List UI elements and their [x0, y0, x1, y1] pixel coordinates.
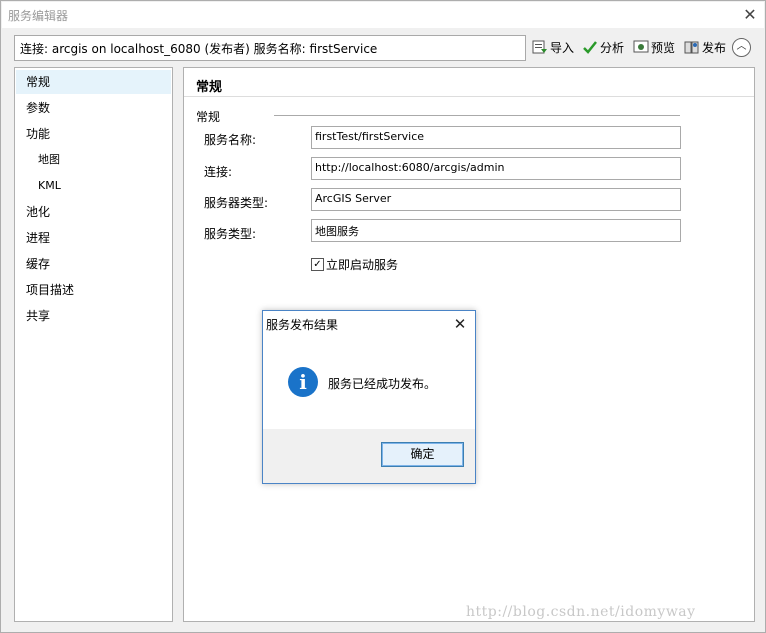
- analyze-button[interactable]: 分析: [582, 38, 624, 56]
- sidebar-item-sharing[interactable]: 共享: [16, 304, 171, 328]
- window-close-icon[interactable]: ✕: [739, 4, 761, 26]
- analyze-label: 分析: [600, 40, 625, 55]
- connection-value: http://localhost:6080/arcgis/admin: [315, 161, 505, 174]
- import-icon: [532, 40, 547, 54]
- service-name-value: firstTest/firstService: [315, 130, 425, 143]
- dialog-title: 服务发布结果: [266, 318, 339, 332]
- connection-field[interactable]: http://localhost:6080/arcgis/admin: [311, 157, 681, 180]
- service-name-field[interactable]: firstTest/firstService: [311, 126, 681, 149]
- service-type-value: 地图服务: [315, 225, 359, 238]
- window-title: 服务编辑器: [8, 9, 69, 23]
- publish-icon: [684, 41, 699, 54]
- import-label: 导入: [550, 40, 575, 55]
- sidebar-item-processes[interactable]: 进程: [16, 226, 171, 250]
- connection-info-text: 连接: arcgis on localhost_6080 (发布者) 服务名称:…: [20, 42, 378, 56]
- autostart-checkbox[interactable]: ✓: [311, 258, 324, 271]
- dialog-close-icon[interactable]: ✕: [449, 313, 471, 335]
- publish-result-dialog: 服务发布结果 ✕ i 服务已经成功发布。 确定: [262, 310, 476, 484]
- ok-button[interactable]: 确定: [381, 442, 464, 467]
- main-header: 常规: [184, 68, 754, 97]
- section-divider: [274, 115, 680, 116]
- collapse-up-icon[interactable]: ︿: [732, 38, 751, 57]
- publish-label: 发布: [702, 40, 727, 55]
- preview-label: 预览: [651, 40, 676, 55]
- section-label: 常规: [196, 110, 221, 124]
- sidebar-item-capabilities[interactable]: 功能: [16, 122, 171, 146]
- service-name-label: 服务名称:: [204, 133, 257, 147]
- preview-button[interactable]: 预览: [633, 38, 675, 56]
- sidebar-item-map[interactable]: 地图: [16, 148, 171, 172]
- connection-label: 连接:: [204, 165, 233, 179]
- server-type-field[interactable]: ArcGIS Server: [311, 188, 681, 211]
- service-type-label: 服务类型:: [204, 227, 257, 241]
- info-icon: i: [288, 367, 318, 397]
- publish-button[interactable]: 发布: [684, 38, 726, 56]
- sidebar-item-caching[interactable]: 缓存: [16, 252, 171, 276]
- autostart-label: 立即启动服务: [326, 258, 399, 272]
- service-type-field[interactable]: 地图服务: [311, 219, 681, 242]
- sidebar-item-item-description[interactable]: 项目描述: [16, 278, 171, 302]
- title-bar: 服务编辑器 ✕: [2, 2, 764, 28]
- watermark: http://blog.csdn.net/idomyway: [466, 604, 696, 620]
- sidebar: 常规 参数 功能 地图 KML 池化 进程 缓存 项目描述 共享: [14, 67, 173, 622]
- dialog-message: 服务已经成功发布。: [328, 377, 437, 391]
- check-icon: [583, 41, 597, 54]
- sidebar-item-parameters[interactable]: 参数: [16, 96, 171, 120]
- sidebar-item-pooling[interactable]: 池化: [16, 200, 171, 224]
- sidebar-item-kml[interactable]: KML: [16, 174, 171, 198]
- connection-info-box: 连接: arcgis on localhost_6080 (发布者) 服务名称:…: [14, 35, 526, 61]
- sidebar-item-general[interactable]: 常规: [16, 70, 171, 94]
- server-type-value: ArcGIS Server: [315, 192, 392, 205]
- preview-icon: [633, 40, 649, 53]
- page-title: 常规: [196, 80, 223, 95]
- import-button[interactable]: 导入: [532, 38, 574, 56]
- server-type-label: 服务器类型:: [204, 196, 269, 210]
